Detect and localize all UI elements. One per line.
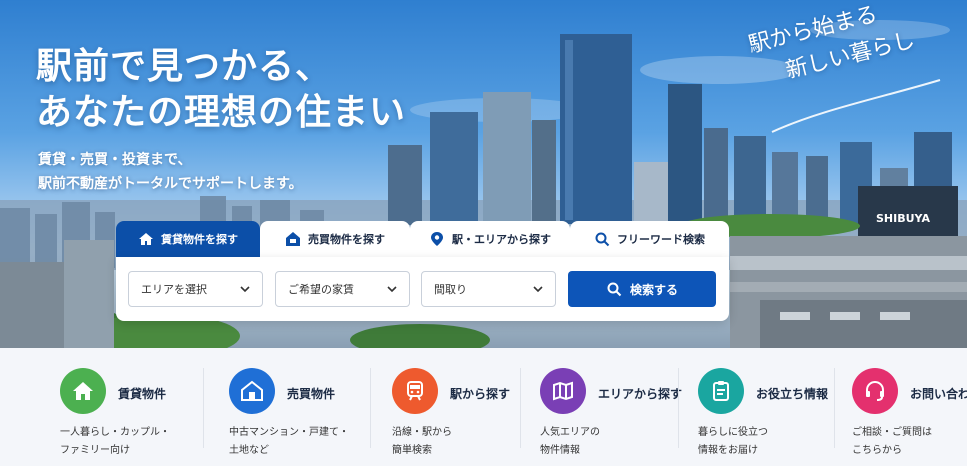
subtext-line-1: 賃貸・売買・投資まで、: [38, 152, 192, 168]
divider: [678, 368, 679, 448]
headline-line-1: 駅前で見つかる、: [36, 46, 333, 87]
category-title: 売買物件: [287, 387, 336, 401]
search-tabs: 賃貸物件を探す 売買物件を探す 駅・エリアから探す フリーワード検索: [116, 221, 729, 257]
area-select-value: エリアを選択: [141, 283, 207, 296]
search-button[interactable]: 検索する: [568, 271, 716, 307]
divider: [370, 368, 371, 448]
map-pin-icon: [429, 231, 445, 247]
category-desc: ご相談・ご質問は こちらから: [852, 427, 932, 456]
category-desc: 暮らしに役立つ 情報をお届け: [698, 427, 768, 456]
layout-select[interactable]: 間取り: [421, 271, 556, 307]
category-title: お問い合わ: [910, 387, 967, 401]
house-icon: [285, 231, 301, 247]
home-icon: [60, 368, 106, 414]
category-buy[interactable]: 売買物件 中古マンション・戸建て・ 土地など: [229, 348, 397, 466]
category-station[interactable]: 駅から探す 沿線・駅から 簡単検索: [392, 348, 560, 466]
rent-select-value: ご希望の家賃: [288, 283, 354, 296]
tab-station-area-search[interactable]: 駅・エリアから探す: [410, 221, 570, 257]
search-icon: [594, 231, 610, 247]
headset-icon: [852, 368, 898, 414]
tab-freeword-search[interactable]: フリーワード検索: [570, 221, 729, 257]
search-icon: [607, 282, 622, 297]
divider: [203, 368, 204, 448]
category-desc: 中古マンション・戸建て・ 土地など: [229, 427, 349, 456]
train-icon: [392, 368, 438, 414]
tab-buy-search[interactable]: 売買物件を探す: [260, 221, 410, 257]
category-desc: 人気エリアの 物件情報: [540, 427, 600, 456]
tab-label: フリーワード検索: [617, 233, 705, 246]
layout-select-value: 間取り: [434, 283, 467, 296]
category-desc: 一人暮らし・カップル・ ファミリー向け: [60, 427, 170, 456]
tab-label: 売買物件を探す: [308, 233, 385, 246]
hero-banner: SHIBUYA 駅前で見つかる、 あなたの理想の住まい 賃貸・売買・投資まで、 …: [0, 0, 967, 348]
category-useful-info[interactable]: お役立ち情報 暮らしに役立つ 情報をお届け: [698, 348, 866, 466]
chevron-down-icon: [533, 286, 543, 293]
divider: [834, 368, 835, 448]
category-title: 駅から探す: [450, 387, 511, 401]
category-nav: 賃貸物件 一人暮らし・カップル・ ファミリー向け 売買物件 中古マンション・戸建て…: [0, 348, 967, 466]
chevron-down-icon: [240, 286, 250, 293]
search-button-label: 検索する: [629, 282, 678, 297]
clipboard-icon: [698, 368, 744, 414]
subtext-line-2: 駅前不動産がトータルでサポートします。: [38, 176, 303, 192]
building-sign: SHIBUYA: [876, 212, 930, 225]
category-title: エリアから探す: [598, 387, 683, 401]
headline-line-2: あなたの理想の住まい: [36, 92, 407, 133]
hero-subtext: 賃貸・売買・投資まで、 駅前不動産がトータルでサポートします。: [38, 148, 303, 196]
area-select[interactable]: エリアを選択: [128, 271, 263, 307]
chevron-down-icon: [387, 286, 397, 293]
category-title: 賃貸物件: [118, 387, 167, 401]
home-icon: [138, 231, 154, 247]
rent-select[interactable]: ご希望の家賃: [275, 271, 410, 307]
tab-rent-search[interactable]: 賃貸物件を探す: [116, 221, 260, 257]
search-form: エリアを選択 ご希望の家賃 間取り 検索する: [116, 257, 729, 321]
map-icon: [540, 368, 586, 414]
tab-label: 駅・エリアから探す: [452, 233, 551, 246]
category-title: お役立ち情報: [756, 387, 829, 401]
category-area[interactable]: エリアから探す 人気エリアの 物件情報: [540, 348, 708, 466]
divider: [520, 368, 521, 448]
house-icon: [229, 368, 275, 414]
tab-label: 賃貸物件を探す: [161, 233, 238, 246]
category-contact[interactable]: お問い合わ ご相談・ご質問は こちらから: [852, 348, 967, 466]
category-desc: 沿線・駅から 簡単検索: [392, 427, 452, 456]
hero-headline: 駅前で見つかる、 あなたの理想の住まい: [36, 44, 406, 136]
search-panel: 賃貸物件を探す 売買物件を探す 駅・エリアから探す フリーワード検索 エリアを選…: [116, 221, 729, 321]
